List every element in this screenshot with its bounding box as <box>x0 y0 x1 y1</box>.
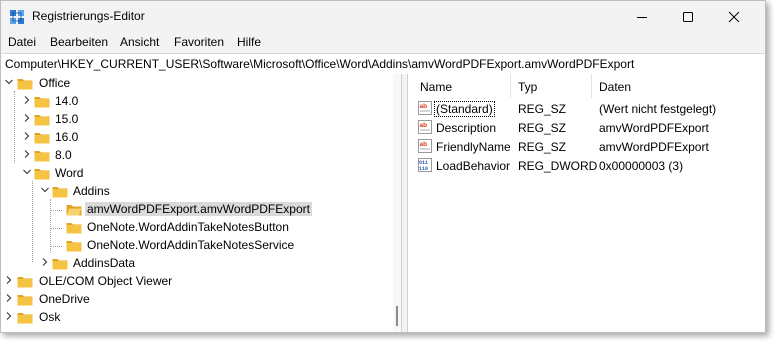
folder-icon <box>17 277 33 288</box>
column-header-name[interactable]: Name <box>420 80 452 94</box>
folder-open-icon <box>66 205 82 216</box>
close-icon <box>728 11 740 22</box>
maximize-button[interactable] <box>665 1 711 32</box>
column-separator[interactable] <box>591 74 592 98</box>
address-bar[interactable]: Computer\HKEY_CURRENT_USER\Software\Micr… <box>1 53 765 75</box>
tree-node-label[interactable]: 16.0 <box>53 130 80 144</box>
chevron-right-icon[interactable] <box>22 149 32 159</box>
tree-node-label[interactable]: amvWordPDFExport.amvWordPDFExport <box>85 202 312 216</box>
tree-node-label[interactable]: 15.0 <box>53 112 80 126</box>
value-data: 0x00000003 (3) <box>599 159 684 173</box>
folder-icon <box>17 79 33 90</box>
chevron-right-icon[interactable] <box>22 95 32 105</box>
folder-icon <box>34 133 50 144</box>
folder-icon <box>52 187 68 198</box>
svg-text:110: 110 <box>419 166 428 172</box>
menu-bar: Datei Bearbeiten Ansicht Favoriten Hilfe <box>1 32 765 52</box>
folder-icon <box>34 151 50 162</box>
value-row[interactable]: 011 110 LoadBehavior REG_DWORD 0x00000003… <box>408 156 765 175</box>
tree-node-label[interactable]: OneNote.WordAddinTakeNotesService <box>85 238 296 252</box>
tree-guide <box>14 91 15 163</box>
tree-node-label[interactable]: OneDrive <box>37 292 92 306</box>
tree-node-label[interactable]: Word <box>53 166 85 180</box>
tree-guide <box>50 228 62 229</box>
value-type: REG_SZ <box>518 102 567 116</box>
value-row[interactable]: ab FriendlyName REG_SZ amvWordPDFExport <box>408 137 765 156</box>
close-button[interactable] <box>711 1 757 32</box>
binary-value-icon: 011110 <box>418 158 432 172</box>
tree-node-label[interactable]: 8.0 <box>53 148 74 162</box>
value-name: Description <box>436 121 497 135</box>
folder-icon <box>66 241 82 252</box>
value-name: FriendlyName <box>436 140 511 154</box>
tree-node-label[interactable]: AddinsData <box>71 256 137 270</box>
folder-icon <box>34 169 50 180</box>
title-bar[interactable]: Registrierungs-Editor <box>1 1 765 32</box>
value-name-text: (Standard) <box>434 101 495 117</box>
minimize-icon <box>637 16 647 18</box>
key-tree[interactable]: Office 14.0 15.0 16.0 8.0 Word Addins am… <box>1 74 401 332</box>
tree-guide <box>50 210 62 211</box>
string-value-icon: ab <box>418 139 432 153</box>
tree-guide <box>50 199 51 253</box>
chevron-right-icon[interactable] <box>40 257 50 267</box>
value-type: REG_SZ <box>518 140 567 154</box>
menu-datei[interactable]: Datei <box>8 35 36 49</box>
chevron-right-icon[interactable] <box>4 311 14 321</box>
tree-node-label[interactable]: Office <box>37 76 72 90</box>
tree-node-label[interactable]: OLE/COM Object Viewer <box>37 274 174 288</box>
value-type: REG_DWORD <box>518 159 598 173</box>
svg-text:ab: ab <box>420 103 428 110</box>
list-header: Name Typ Daten <box>408 74 765 100</box>
tree-scrollbar[interactable] <box>393 74 401 332</box>
menu-ansicht[interactable]: Ansicht <box>120 35 159 49</box>
column-header-type[interactable]: Typ <box>518 80 537 94</box>
string-value-icon: ab <box>418 120 432 134</box>
minimize-button[interactable] <box>619 1 665 32</box>
menu-hilfe[interactable]: Hilfe <box>237 35 261 49</box>
value-data: amvWordPDFExport <box>599 140 709 154</box>
chevron-down-icon[interactable] <box>4 77 14 87</box>
registry-editor-window: Registrierungs-Editor Datei Bearbeiten A… <box>0 0 766 333</box>
chevron-right-icon[interactable] <box>22 131 32 141</box>
column-header-data[interactable]: Daten <box>599 80 631 94</box>
value-row[interactable]: ab Description REG_SZ amvWordPDFExport <box>408 118 765 137</box>
chevron-right-icon[interactable] <box>4 293 14 303</box>
value-name: LoadBehavior <box>436 159 511 173</box>
tree-node-label[interactable]: Osk <box>37 310 62 324</box>
chevron-right-icon[interactable] <box>22 113 32 123</box>
menu-favoriten[interactable]: Favoriten <box>174 35 224 49</box>
value-data: amvWordPDFExport <box>599 121 709 135</box>
string-value-icon: ab <box>418 101 432 115</box>
tree-guide <box>50 246 62 247</box>
value-name: (Standard) <box>434 101 495 117</box>
address-path[interactable]: Computer\HKEY_CURRENT_USER\Software\Micr… <box>5 57 634 71</box>
svg-text:ab: ab <box>420 141 428 148</box>
tree-node-label[interactable]: OneNote.WordAddinTakeNotesButton <box>85 220 291 234</box>
tree-node-label[interactable]: 14.0 <box>53 94 80 108</box>
tree-node-label[interactable]: Addins <box>71 184 112 198</box>
registry-editor-app-icon <box>10 10 24 24</box>
tree-guide <box>32 181 33 262</box>
pane-splitter[interactable] <box>401 74 408 332</box>
value-type: REG_SZ <box>518 121 567 135</box>
folder-icon <box>66 223 82 234</box>
folder-icon <box>34 97 50 108</box>
chevron-down-icon[interactable] <box>22 167 32 177</box>
menu-bearbeiten[interactable]: Bearbeiten <box>50 35 108 49</box>
folder-icon <box>17 313 33 324</box>
column-separator[interactable] <box>510 74 511 98</box>
value-row[interactable]: ab (Standard) REG_SZ (Wert nicht festgel… <box>408 99 765 118</box>
window-title: Registrierungs-Editor <box>32 9 145 23</box>
chevron-right-icon[interactable] <box>4 275 14 285</box>
folder-icon <box>17 295 33 306</box>
chevron-down-icon[interactable] <box>40 185 50 195</box>
svg-text:ab: ab <box>420 122 428 129</box>
folder-icon <box>52 259 68 270</box>
folder-icon <box>34 115 50 126</box>
scrollbar-thumb[interactable] <box>396 306 398 326</box>
maximize-icon <box>683 11 693 22</box>
value-data: (Wert nicht festgelegt) <box>599 102 717 116</box>
values-list[interactable]: Name Typ Daten ab (Standard) REG_SZ (Wer… <box>408 74 765 332</box>
